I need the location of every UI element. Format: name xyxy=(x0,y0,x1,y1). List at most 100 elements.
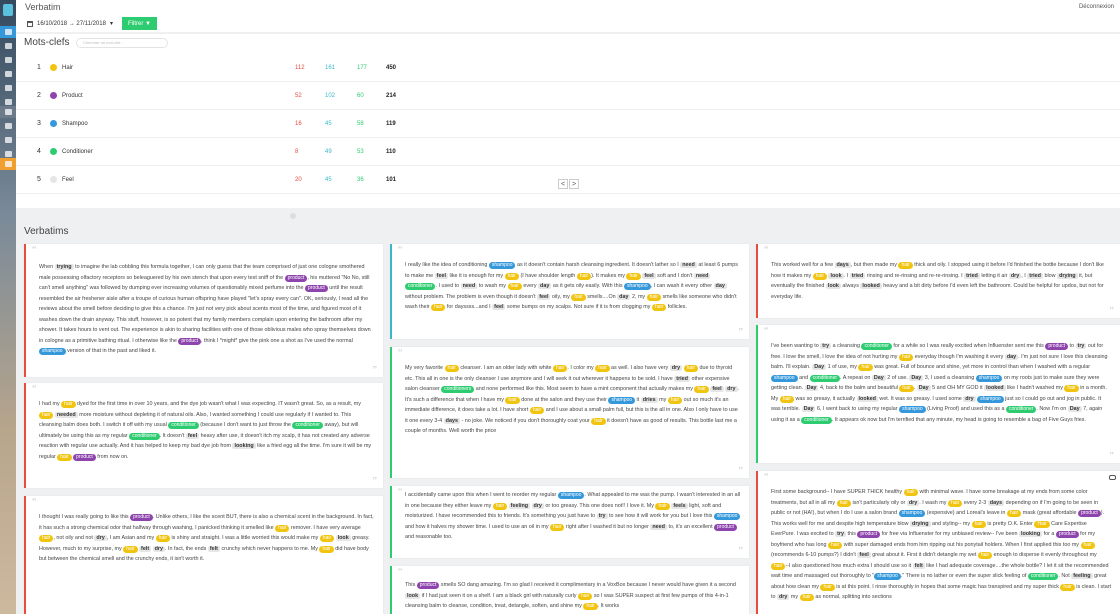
verbatim-card: “ This product smells SO dang amazing. I… xyxy=(390,566,749,614)
keyword-label: Conditioner xyxy=(62,148,93,155)
page-title: Verbatim xyxy=(25,2,61,12)
keyword-count-negative: 52 xyxy=(295,92,302,99)
nav-verbatim-icon[interactable] xyxy=(0,106,16,118)
verbatim-text: This product smells SO dang amazing. I'm… xyxy=(405,582,736,610)
verbatim-text: I've been wanting to try a cleansing con… xyxy=(771,343,1108,424)
keyword-total: 101 xyxy=(386,176,397,183)
keyword-total: 450 xyxy=(386,64,397,71)
keyword-color-dot xyxy=(50,176,57,183)
chat-icon[interactable] xyxy=(1109,475,1116,480)
quote-open-icon: “ xyxy=(398,245,403,256)
verbatim-card: “ I accidentally came upon this when I w… xyxy=(390,486,749,558)
keyword-count-neutral: 45 xyxy=(325,120,332,127)
keyword-count-negative: 16 xyxy=(295,120,302,127)
panel-resize-handle[interactable] xyxy=(290,213,296,219)
verbatim-card: “ When trying to imagine the lab cobblin… xyxy=(24,244,383,377)
quote-close-icon: ” xyxy=(372,476,377,487)
nav-settings-icon[interactable] xyxy=(0,158,16,170)
keyword-rank: 2 xyxy=(37,92,41,99)
quote-open-icon: “ xyxy=(32,245,37,256)
calendar-icon xyxy=(27,20,33,27)
verbatim-text: This worked well for a few days, but the… xyxy=(771,262,1104,300)
nav-item-icon[interactable] xyxy=(0,54,16,66)
logout-link[interactable]: Déconnexion xyxy=(1079,4,1114,10)
quote-open-icon: “ xyxy=(398,348,403,359)
keyword-count-positive: 177 xyxy=(357,64,368,71)
pager-prev-button[interactable]: < xyxy=(558,179,568,189)
verbatim-text: My very favorite hair cleanser. I am an … xyxy=(405,365,739,434)
quote-open-icon: “ xyxy=(398,567,403,578)
filter-bar: 16/10/2018 → 27/11/2018 ▾ Filtrer ▼ xyxy=(16,14,1120,32)
keyword-color-dot xyxy=(50,120,57,127)
keyword-count-positive: 58 xyxy=(357,120,364,127)
date-range-picker[interactable]: 16/10/2018 → 27/11/2018 ▾ xyxy=(27,17,113,30)
keyword-rank: 1 xyxy=(37,64,41,71)
date-range-value: 16/10/2018 → 27/11/2018 xyxy=(37,20,106,27)
keyword-color-dot xyxy=(50,148,57,155)
nav-item-icon[interactable] xyxy=(0,68,16,80)
nav-dashboard-icon[interactable] xyxy=(0,26,16,38)
keyword-count-neutral: 49 xyxy=(325,148,332,155)
verbatim-card: “ This worked well for a few days, but t… xyxy=(756,244,1120,318)
verbatim-text: I really like the idea of conditioning s… xyxy=(405,262,738,311)
keyword-count-negative: 8 xyxy=(295,148,299,155)
keyword-count-positive: 60 xyxy=(357,92,364,99)
keyword-label: Feel xyxy=(62,176,74,183)
app-logo[interactable] xyxy=(3,4,13,16)
quote-close-icon: ” xyxy=(372,365,377,376)
left-nav-rail xyxy=(0,0,16,614)
keyword-count-neutral: 102 xyxy=(325,92,336,99)
keyword-count-negative: 112 xyxy=(295,64,305,71)
keyword-search-input[interactable]: Chercher un mot-clef... xyxy=(76,38,168,48)
nav-item-icon[interactable] xyxy=(0,82,16,94)
verbatim-text: I accidentally came upon this when I wen… xyxy=(405,492,741,540)
keyword-total: 110 xyxy=(386,148,396,155)
filter-button[interactable]: Filtrer ▼ xyxy=(122,17,157,30)
quote-close-icon: ” xyxy=(738,466,743,477)
verbatims-heading: Verbatims xyxy=(24,226,69,237)
quote-open-icon: “ xyxy=(32,497,37,508)
verbatim-card: “ First some background-- I have SUPER T… xyxy=(756,471,1120,614)
quote-open-icon: “ xyxy=(764,245,769,256)
keyword-count-neutral: 45 xyxy=(325,176,332,183)
keyword-count-positive: 36 xyxy=(357,176,364,183)
keyword-row[interactable]: 4 Conditioner 8 49 53 110 xyxy=(16,138,1120,166)
verbatim-text: First some background-- I have SUPER THI… xyxy=(771,489,1112,601)
keyword-color-dot xyxy=(50,64,57,71)
verbatim-card: “ I've been wanting to try a cleansing c… xyxy=(756,325,1120,463)
quote-open-icon: “ xyxy=(764,472,769,483)
keyword-row[interactable]: 3 Shampoo 16 45 58 119 xyxy=(16,110,1120,138)
verbatim-text: I thought I was really going to like thi… xyxy=(39,514,374,562)
verbatim-card: “ My very favorite hair cleanser. I am a… xyxy=(390,347,749,478)
quote-open-icon: “ xyxy=(32,384,37,395)
nav-item-icon[interactable] xyxy=(0,120,16,132)
quote-close-icon: ” xyxy=(738,546,743,557)
verbatim-card: “ I really like the idea of conditioning… xyxy=(390,244,749,339)
keyword-label: Hair xyxy=(62,64,74,71)
nav-item-icon[interactable] xyxy=(0,134,16,146)
nav-item-icon[interactable] xyxy=(0,40,16,52)
keyword-row[interactable]: 2 Product 52 102 60 214 xyxy=(16,82,1120,110)
keywords-heading: Mots-clefs xyxy=(24,37,70,48)
keyword-rank: 5 xyxy=(37,176,41,183)
keyword-label: Product xyxy=(62,92,83,99)
quote-open-icon: “ xyxy=(764,326,769,337)
keyword-total: 119 xyxy=(386,120,396,127)
keyword-row[interactable]: 1 Hair 112 161 177 450 xyxy=(16,54,1120,82)
keyword-total: 214 xyxy=(386,92,397,99)
keyword-count-neutral: 161 xyxy=(325,64,336,71)
chevron-down-icon: ▾ xyxy=(109,21,113,27)
verbatim-card: “ I thought I was really going to like t… xyxy=(24,496,383,614)
verbatim-text: When trying to imagine the lab cobbling … xyxy=(39,264,371,355)
keyword-rank: 4 xyxy=(37,148,41,155)
verbatim-text: I had my hair dyed for the first time in… xyxy=(39,401,372,461)
verbatim-card: “ I had my hair dyed for the first time … xyxy=(24,383,383,488)
top-bar: Verbatim Déconnexion xyxy=(16,0,1120,14)
pager-next-button[interactable]: > xyxy=(569,179,579,189)
quote-close-icon: ” xyxy=(1109,306,1114,317)
quote-close-icon: ” xyxy=(738,327,743,338)
keyword-rank: 3 xyxy=(37,120,41,127)
keyword-label: Shampoo xyxy=(62,120,88,127)
keywords-pager: < > xyxy=(558,179,579,189)
keyword-count-positive: 53 xyxy=(357,148,364,155)
